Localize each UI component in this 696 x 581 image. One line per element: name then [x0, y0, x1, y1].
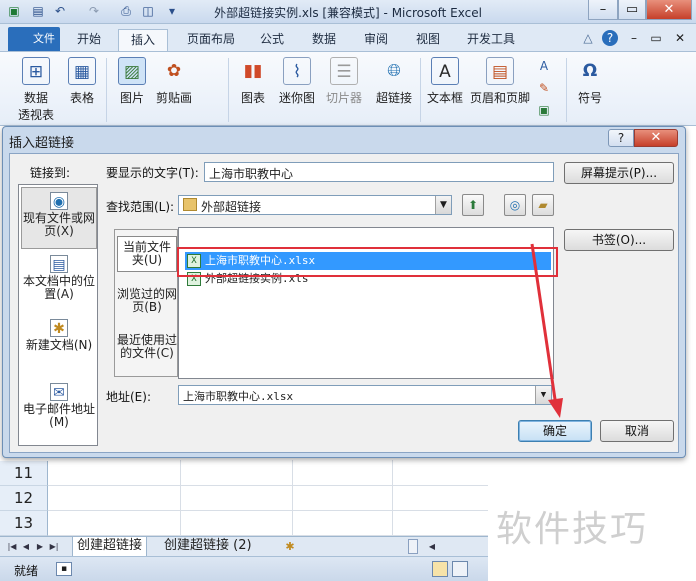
watermark: 软件技巧 — [496, 509, 649, 550]
annotation-arrow-head — [548, 398, 563, 418]
annotation-arrow — [530, 243, 563, 418]
annotation-arrow-shaft — [530, 243, 558, 407]
